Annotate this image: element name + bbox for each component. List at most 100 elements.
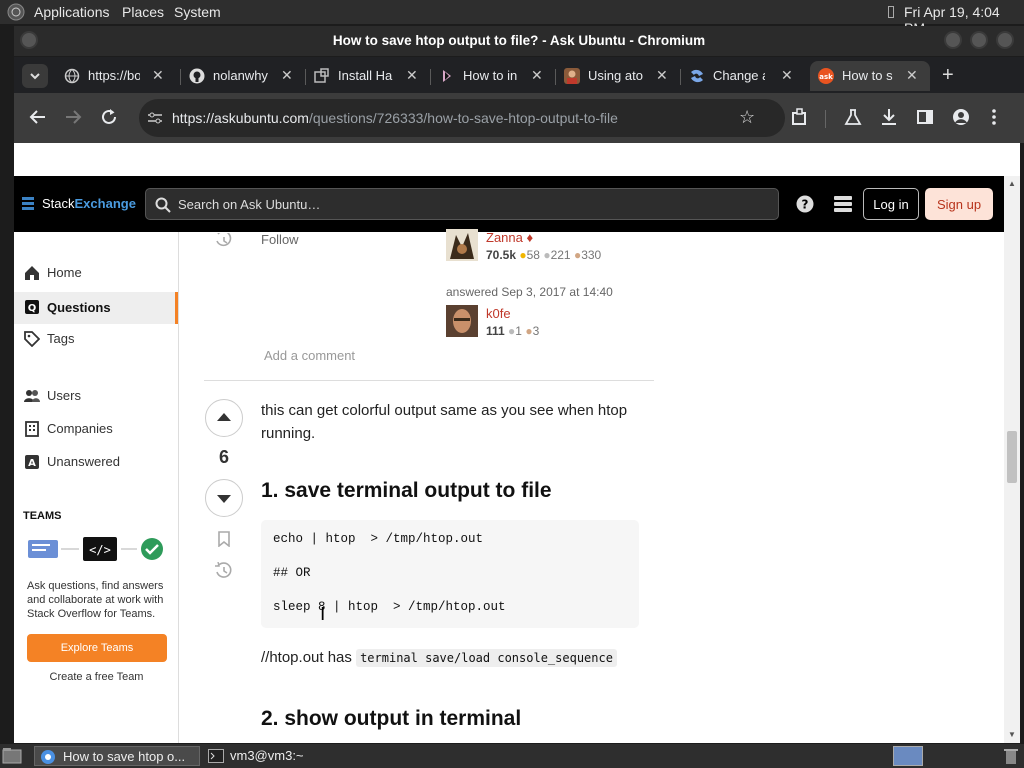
tab-search-button[interactable] [22, 64, 48, 88]
github-icon [189, 68, 205, 84]
tab-close-icon[interactable]: ✕ [906, 67, 918, 84]
show-desktop-icon[interactable] [2, 747, 22, 765]
new-tab-icon[interactable]: + [942, 64, 954, 87]
tab-label: Change a [713, 68, 765, 83]
stackexchange-logo[interactable]: StackExchange [42, 196, 136, 211]
htop-out-note: //htop.out has terminal save/load consol… [261, 649, 617, 667]
site-switcher-icon[interactable] [834, 196, 852, 212]
history-icon[interactable] [215, 233, 233, 247]
tab-label: How to in [463, 68, 518, 83]
distro-logo-icon[interactable] [6, 2, 26, 22]
tab-1[interactable]: https://bo ✕ [56, 61, 174, 91]
help-icon[interactable]: ? [796, 195, 814, 213]
svg-text:</>: </> [89, 543, 111, 557]
chromium-icon [40, 749, 56, 765]
tab-close-icon[interactable]: ✕ [781, 67, 793, 84]
editor-name-link[interactable]: Zanna ♦ [486, 230, 533, 245]
tab-close-icon[interactable]: ✕ [406, 67, 418, 84]
author-silver-badges: 1 [515, 324, 522, 338]
editor-avatar[interactable] [446, 229, 478, 261]
profile-icon[interactable] [952, 108, 970, 126]
login-button[interactable]: Log in [863, 188, 919, 220]
side-panel-icon[interactable] [916, 108, 934, 126]
menu-places[interactable]: Places [122, 4, 164, 20]
tab-close-icon[interactable]: ✕ [656, 67, 668, 84]
signup-button[interactable]: Sign up [925, 188, 993, 220]
code-block[interactable]: echo | htop > /tmp/htop.out ## OR sleep … [261, 520, 639, 628]
menu-system[interactable]: System [174, 4, 221, 20]
heading-show-output: 2. show output in terminal [261, 707, 522, 730]
close-button[interactable] [996, 31, 1014, 49]
avatar-icon [564, 68, 580, 84]
taskbar-item-chromium[interactable]: How to save htop o... [34, 746, 200, 766]
bookmark-star-icon[interactable]: ☆ [739, 107, 755, 128]
search-input[interactable]: Search on Ask Ubuntu… [145, 188, 779, 220]
site-info-icon[interactable] [147, 111, 163, 125]
author-stats: 111 ●1 ●3 [486, 324, 540, 338]
os-taskbar: How to save htop o... vm3@vm3:~ [0, 744, 1024, 768]
create-team-link[interactable]: Create a free Team [14, 671, 179, 683]
trash-icon[interactable] [1004, 747, 1018, 765]
vote-count: 6 [218, 447, 229, 467]
heading-save-output: 1. save terminal output to file [261, 479, 552, 502]
window-titlebar[interactable]: How to save htop output to file? - Ask U… [14, 26, 1024, 56]
answer-intro: this can get colorful output same as you… [261, 402, 628, 442]
follow-link[interactable]: Follow [261, 232, 299, 247]
maximize-button[interactable] [970, 31, 988, 49]
editor-gold-badges: 58 [526, 248, 540, 262]
answered-timestamp: answered Sep 3, 2017 at 14:40 [446, 285, 613, 299]
tab-close-icon[interactable]: ✕ [281, 67, 293, 84]
svg-text:?: ? [802, 198, 809, 212]
minimize-button[interactable] [944, 31, 962, 49]
tab-6[interactable]: Change a ✕ [681, 61, 805, 91]
upvote-button[interactable] [205, 399, 243, 437]
scroll-up-icon[interactable]: ▲ [1008, 179, 1016, 188]
menu-applications[interactable]: Applications [34, 4, 110, 20]
inline-code: terminal save/load console_sequence [356, 649, 617, 667]
tab-close-icon[interactable]: ✕ [531, 67, 543, 84]
page-top-blank [14, 143, 1020, 176]
back-icon[interactable] [29, 108, 47, 126]
browser-toolbar: https://askubuntu.com/questions/726333/h… [14, 93, 1024, 143]
explore-teams-button[interactable]: Explore Teams [27, 634, 167, 662]
tab-5[interactable]: Using ato ✕ [556, 61, 680, 91]
activity-history-icon[interactable] [215, 562, 233, 580]
unanswered-icon: A [24, 454, 40, 470]
tab-label: https://bo [88, 68, 140, 83]
users-icon [24, 388, 40, 404]
author-bronze-badges: 3 [532, 324, 540, 338]
svg-text:Q: Q [28, 303, 37, 314]
forward-icon[interactable] [64, 108, 82, 126]
tab-7-active[interactable]: ask How to s ✕ [810, 61, 930, 91]
stackexchange-header: StackExchange Search on Ask Ubuntu… ? Lo… [14, 176, 1004, 232]
download-icon[interactable] [880, 108, 898, 126]
scroll-down-icon[interactable]: ▼ [1008, 730, 1016, 739]
bookmark-icon[interactable] [217, 531, 231, 547]
extensions-icon[interactable] [791, 108, 809, 126]
author-avatar[interactable] [446, 305, 478, 337]
tab-4[interactable]: How to in ✕ [431, 61, 555, 91]
svg-text:ask: ask [819, 73, 833, 81]
url-text[interactable]: https://askubuntu.com/questions/726333/h… [172, 110, 618, 126]
more-menu-icon[interactable] [990, 108, 998, 126]
page-scrollbar[interactable]: ▲ ▼ [1004, 176, 1020, 743]
reload-icon[interactable] [100, 108, 118, 126]
teams-description: Ask questions, find answers and collabor… [27, 580, 164, 620]
sidebar-item-questions[interactable]: Q Questions [14, 292, 178, 324]
stackexchange-logo-icon [22, 196, 36, 212]
address-bar[interactable]: https://askubuntu.com/questions/726333/h… [139, 99, 785, 137]
scrollbar-thumb[interactable] [1007, 431, 1017, 483]
tab-close-icon[interactable]: ✕ [152, 67, 164, 84]
author-name-link[interactable]: k0fe [486, 306, 511, 321]
home-icon [24, 265, 40, 281]
downvote-button[interactable] [205, 479, 243, 517]
svg-text:A: A [28, 458, 36, 469]
tab-3[interactable]: Install Ha ✕ [306, 61, 430, 91]
askubuntu-icon: ask [818, 68, 834, 84]
workspace-switcher[interactable] [893, 746, 923, 766]
add-comment-link[interactable]: Add a comment [264, 348, 355, 363]
taskbar-item-terminal[interactable]: vm3@vm3:~ [204, 746, 370, 766]
labs-flask-icon[interactable] [844, 108, 862, 126]
tab-2[interactable]: nolanwhy ✕ [181, 61, 305, 91]
teams-heading: TEAMS [23, 510, 62, 522]
